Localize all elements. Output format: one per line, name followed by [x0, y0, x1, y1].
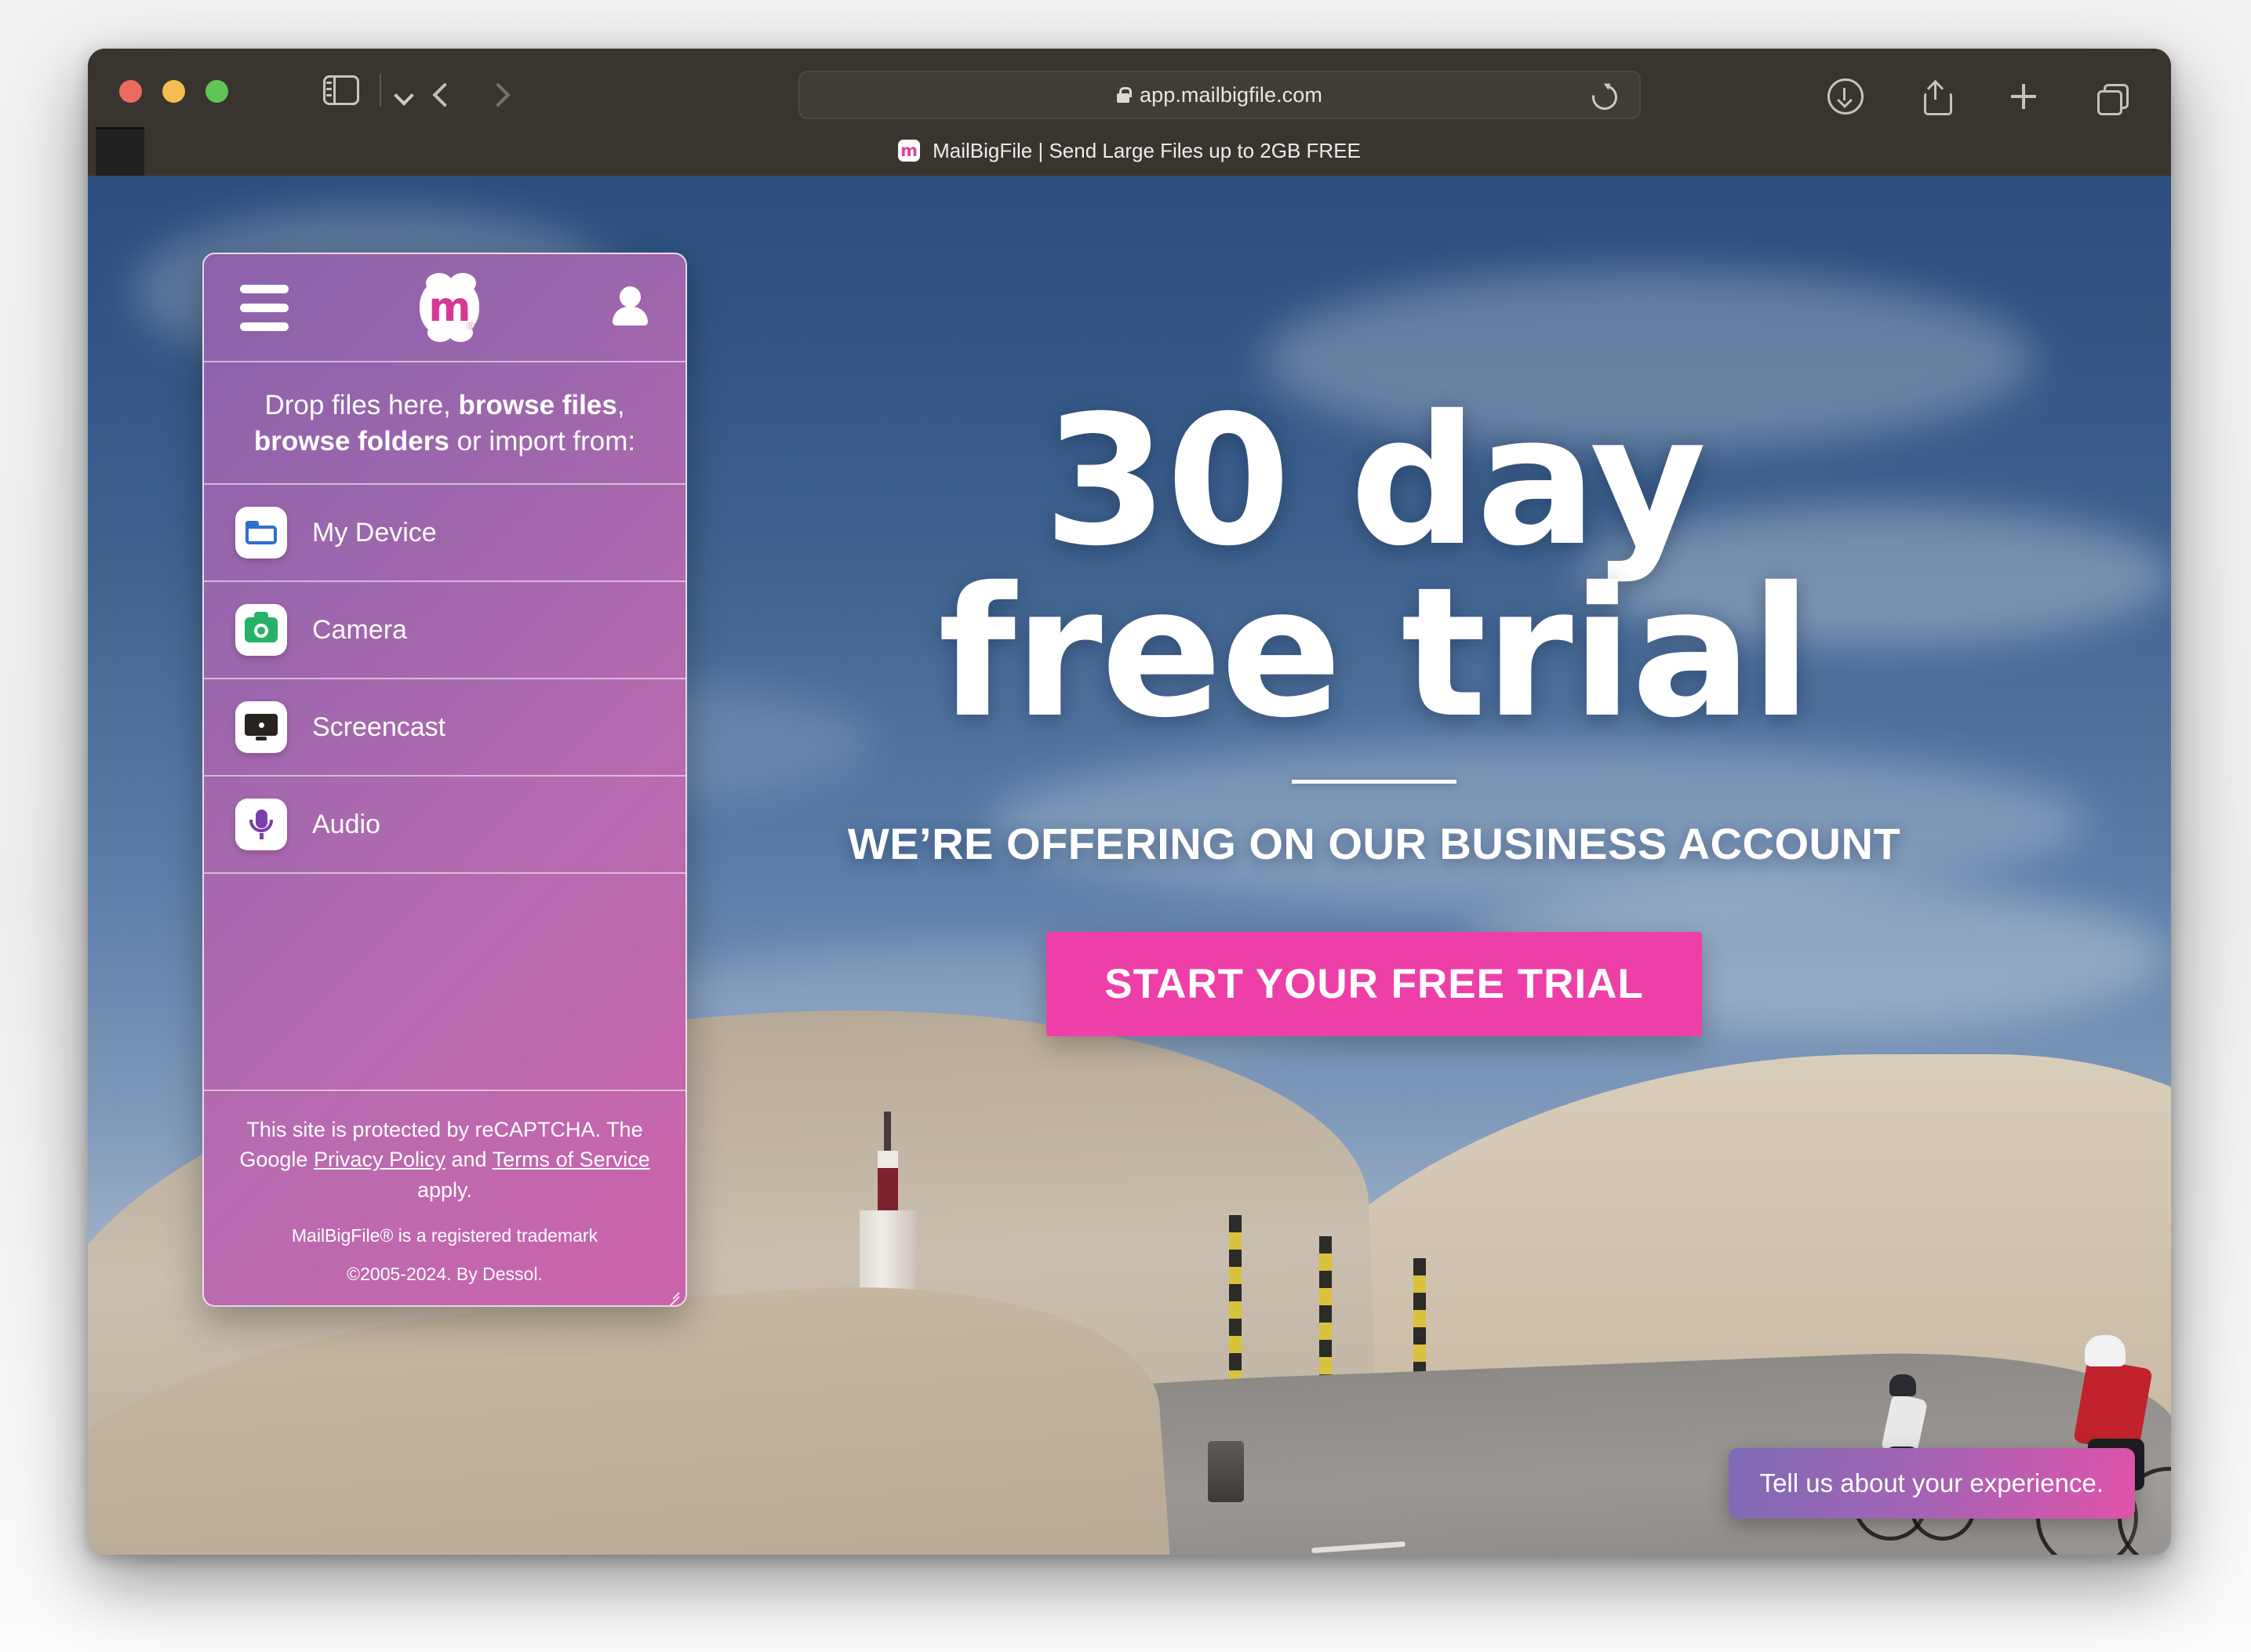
- window-controls: [119, 80, 228, 103]
- person-icon[interactable]: [610, 286, 649, 329]
- hero-headline-line1: 30 day: [1043, 377, 1706, 585]
- recaptcha-apply: apply.: [416, 1177, 473, 1202]
- screenshot-stage: app.mailbigfile.com m MailBigFile | Send…: [0, 0, 2251, 1652]
- privacy-policy-link[interactable]: Privacy Policy: [314, 1148, 445, 1171]
- new-tab-icon[interactable]: [2008, 81, 2039, 112]
- tab-overview-icon[interactable]: [2096, 81, 2129, 115]
- hero-subheadline: WE’RE OFFERING ON OUR BUSINESS ACCOUNT: [847, 818, 1901, 868]
- file-drop-zone[interactable]: [204, 872, 685, 1090]
- mailbigfile-logo-icon: m ®: [420, 273, 479, 342]
- tab-title: MailBigFile | Send Large Files up to 2GB…: [933, 138, 1361, 162]
- screencast-icon: [235, 701, 287, 754]
- recaptcha-and: and: [445, 1148, 493, 1172]
- start-free-trial-button[interactable]: START YOUR FREE TRIAL: [1046, 931, 1702, 1036]
- logo-registered-mark: ®: [466, 319, 475, 332]
- sidebar-icon[interactable]: [323, 75, 359, 105]
- panel-resize-handle[interactable]: [662, 1283, 680, 1305]
- maximize-window-button[interactable]: [205, 80, 228, 103]
- import-source-audio[interactable]: Audio: [204, 775, 685, 872]
- downloads-icon[interactable]: [1827, 78, 1864, 115]
- lock-icon: [1116, 87, 1132, 103]
- url-text: app.mailbigfile.com: [1139, 82, 1322, 107]
- recaptcha-notice: This site is protected by reCAPTCHA. The…: [231, 1115, 659, 1205]
- drop-prompt: Drop files here, browse files, browse fo…: [204, 362, 685, 483]
- page-content: 30 day free trial WE’RE OFFERING ON OUR …: [88, 176, 2171, 1555]
- logo-letter: m: [428, 284, 471, 331]
- import-source-label: My Device: [312, 517, 437, 548]
- drop-prompt-tail: or import from:: [449, 426, 636, 457]
- panel-footer: This site is protected by reCAPTCHA. The…: [204, 1090, 685, 1305]
- browser-window: app.mailbigfile.com m MailBigFile | Send…: [88, 49, 2171, 1555]
- active-tab[interactable]: m MailBigFile | Send Large Files up to 2…: [88, 126, 2171, 176]
- share-icon[interactable]: [1920, 81, 1952, 115]
- browse-folders-link[interactable]: browse folders: [254, 426, 449, 457]
- import-source-camera[interactable]: Camera: [204, 580, 685, 678]
- address-bar[interactable]: app.mailbigfile.com: [798, 71, 1641, 119]
- chevron-left-icon[interactable]: [431, 83, 455, 110]
- drop-prompt-comma: ,: [616, 390, 625, 420]
- import-source-my-device[interactable]: My Device: [204, 483, 685, 580]
- import-source-list: My Device Camera Screencast Audio: [204, 483, 685, 872]
- import-source-label: Camera: [312, 614, 407, 645]
- close-window-button[interactable]: [119, 80, 142, 103]
- hero-divider: [1292, 779, 1456, 784]
- import-source-label: Audio: [312, 809, 380, 839]
- tab-bar: m MailBigFile | Send Large Files up to 2…: [88, 126, 2171, 176]
- hamburger-menu-icon[interactable]: [240, 284, 289, 331]
- reload-icon[interactable]: [1587, 79, 1623, 115]
- feedback-widget[interactable]: Tell us about your experience.: [1728, 1448, 2135, 1519]
- folder-icon: [235, 507, 287, 559]
- terms-of-service-link[interactable]: Terms of Service: [493, 1148, 650, 1171]
- browse-files-link[interactable]: browse files: [459, 390, 617, 420]
- chevron-down-icon[interactable]: [394, 88, 414, 108]
- import-source-label: Screencast: [312, 711, 446, 742]
- import-source-screencast[interactable]: Screencast: [204, 678, 685, 775]
- minimize-window-button[interactable]: [162, 80, 185, 103]
- copyright-notice: ©2005-2024. By Dessol.: [347, 1264, 543, 1284]
- camera-icon: [235, 604, 287, 657]
- upload-panel: m ® Drop files here, browse files, brows…: [202, 253, 687, 1307]
- panel-header: m ®: [204, 254, 685, 362]
- microphone-icon: [235, 799, 287, 851]
- drop-prompt-lead: Drop files here,: [264, 390, 459, 420]
- hero-headline-line2: free trial: [938, 548, 1812, 757]
- hero-copy: 30 day free trial WE’RE OFFERING ON OUR …: [684, 377, 2064, 1036]
- trademark-notice: MailBigFile® is a registered trademark: [291, 1225, 598, 1246]
- chevron-right-icon[interactable]: [488, 83, 511, 110]
- toolbar-divider: [380, 74, 381, 107]
- browser-toolbar: app.mailbigfile.com: [88, 49, 2171, 126]
- favicon-icon: m: [898, 140, 921, 162]
- toolbar-actions: [1827, 78, 2129, 115]
